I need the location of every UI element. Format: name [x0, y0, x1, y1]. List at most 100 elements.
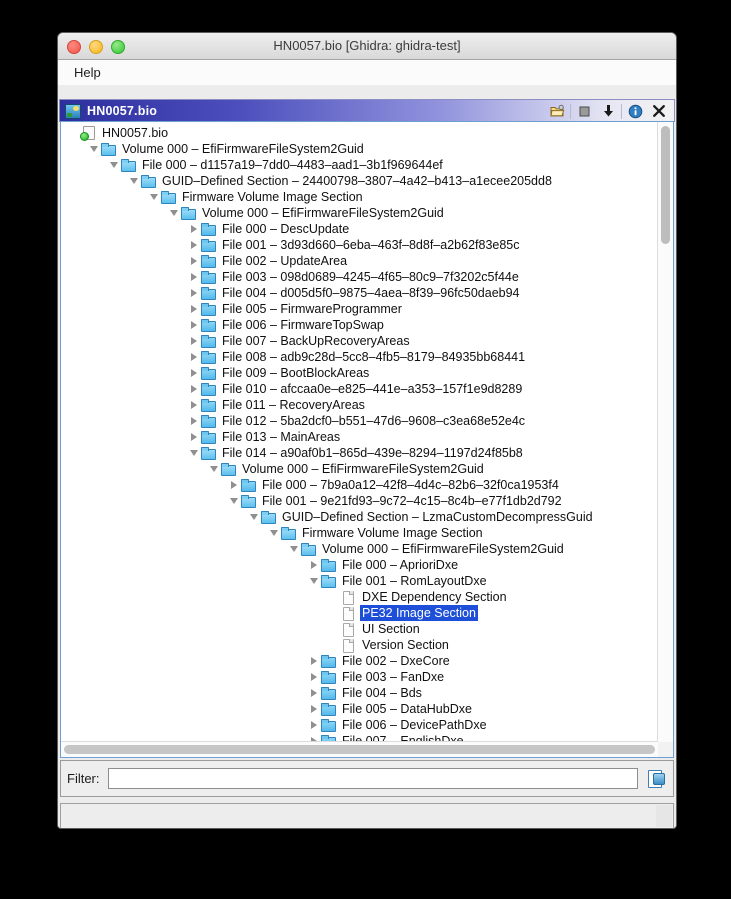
tree-row[interactable]: File 000 – DescUpdate: [61, 221, 658, 237]
filter-options-icon[interactable]: [645, 768, 667, 790]
close-icon[interactable]: [647, 101, 671, 121]
collapse-twisty-icon[interactable]: [307, 573, 320, 589]
tree-row[interactable]: File 002 – DxeCore: [61, 653, 658, 669]
tree-row[interactable]: File 005 – DataHubDxe: [61, 701, 658, 717]
expand-twisty-icon[interactable]: [187, 221, 200, 237]
expand-twisty-icon[interactable]: [307, 653, 320, 669]
tree-row[interactable]: File 008 – adb9c28d–5cc8–4fb5–8179–84935…: [61, 349, 658, 365]
collapse-twisty-icon[interactable]: [147, 189, 160, 205]
collapse-twisty-icon[interactable]: [227, 493, 240, 509]
menu-item-help[interactable]: Help: [68, 63, 107, 82]
tree-row[interactable]: File 013 – MainAreas: [61, 429, 658, 445]
file-tree-panel: HN0057.bio Volume 000 – EfiFirmwareFileSy…: [60, 121, 674, 758]
folder-icon: [200, 413, 216, 429]
tree-row[interactable]: File 003 – FanDxe: [61, 669, 658, 685]
tree-row[interactable]: File 000 – AprioriDxe: [61, 557, 658, 573]
tree-row[interactable]: DXE Dependency Section: [61, 589, 658, 605]
expand-twisty-icon[interactable]: [307, 685, 320, 701]
collapse-twisty-icon[interactable]: [207, 461, 220, 477]
expand-twisty-icon[interactable]: [187, 333, 200, 349]
expand-twisty-icon[interactable]: [307, 701, 320, 717]
tree-row[interactable]: File 004 – Bds: [61, 685, 658, 701]
tree-row[interactable]: File 006 – FirmwareTopSwap: [61, 317, 658, 333]
tree-row[interactable]: GUID–Defined Section – 24400798–3807–4a4…: [61, 173, 658, 189]
file-tree[interactable]: HN0057.bio Volume 000 – EfiFirmwareFileSy…: [61, 122, 658, 742]
tree-row[interactable]: Volume 000 – EfiFirmwareFileSystem2Guid: [61, 541, 658, 557]
stop-icon[interactable]: [572, 101, 596, 121]
collapse-twisty-icon[interactable]: [107, 157, 120, 173]
tree-row[interactable]: Version Section: [61, 637, 658, 653]
tree-row[interactable]: File 000 – 7b9a0a12–42f8–4d4c–82b6–32f0c…: [61, 477, 658, 493]
tree-row[interactable]: Volume 000 – EfiFirmwareFileSystem2Guid: [61, 205, 658, 221]
tree-row-label: Firmware Volume Image Section: [182, 190, 363, 204]
tree-row[interactable]: File 001 – 9e21fd93–9c72–4c15–8c4b–e77f1…: [61, 493, 658, 509]
expand-twisty-icon[interactable]: [187, 285, 200, 301]
tree-row[interactable]: Firmware Volume Image Section: [61, 189, 658, 205]
tree-row[interactable]: File 001 – 3d93d660–6eba–463f–8d8f–a2b62…: [61, 237, 658, 253]
tree-row-label: GUID–Defined Section – LzmaCustomDecompr…: [282, 510, 593, 524]
expand-twisty-icon[interactable]: [187, 429, 200, 445]
tree-row[interactable]: File 009 – BootBlockAreas: [61, 365, 658, 381]
tree-row[interactable]: File 000 – d1157a19–7dd0–4483–aad1–3b1f9…: [61, 157, 658, 173]
expand-twisty-icon[interactable]: [307, 557, 320, 573]
collapse-twisty-icon[interactable]: [187, 445, 200, 461]
tree-row[interactable]: UI Section: [61, 621, 658, 637]
folder-icon: [200, 301, 216, 317]
tree-row[interactable]: File 005 – FirmwareProgrammer: [61, 301, 658, 317]
expand-twisty-icon[interactable]: [187, 237, 200, 253]
folder-open-icon: [300, 541, 316, 557]
expand-twisty-icon[interactable]: [187, 349, 200, 365]
expand-twisty-icon[interactable]: [227, 477, 240, 493]
folder-icon: [320, 685, 336, 701]
tree-row[interactable]: Volume 000 – EfiFirmwareFileSystem2Guid: [61, 141, 658, 157]
expand-twisty-icon[interactable]: [187, 397, 200, 413]
file-browser-title: HN0057.bio: [87, 104, 158, 118]
expand-twisty-icon[interactable]: [187, 365, 200, 381]
tree-horizontal-scrollbar[interactable]: [61, 741, 658, 757]
collapse-twisty-icon[interactable]: [87, 141, 100, 157]
tree-row[interactable]: PE32 Image Section: [61, 605, 658, 621]
collapse-twisty-icon[interactable]: [287, 541, 300, 557]
tree-row[interactable]: Volume 000 – EfiFirmwareFileSystem2Guid: [61, 461, 658, 477]
expand-twisty-icon[interactable]: [187, 269, 200, 285]
tree-row[interactable]: File 003 – 098d0689–4245–4f65–80c9–7f320…: [61, 269, 658, 285]
tree-row[interactable]: GUID–Defined Section – LzmaCustomDecompr…: [61, 509, 658, 525]
tree-row[interactable]: Firmware Volume Image Section: [61, 525, 658, 541]
tree-row-label: Volume 000 – EfiFirmwareFileSystem2Guid: [122, 142, 364, 156]
expand-twisty-icon[interactable]: [187, 253, 200, 269]
tree-row-label: File 006 – FirmwareTopSwap: [222, 318, 384, 332]
tree-row[interactable]: File 011 – RecoveryAreas: [61, 397, 658, 413]
tree-row[interactable]: File 004 – d005d5f0–9875–4aea–8f39–96fc5…: [61, 285, 658, 301]
expand-twisty-icon[interactable]: [187, 413, 200, 429]
collapse-twisty-icon[interactable]: [127, 173, 140, 189]
tree-vertical-scrollbar[interactable]: [657, 122, 673, 742]
expand-twisty-icon[interactable]: [307, 717, 320, 733]
tree-row[interactable]: File 007 – BackUpRecoveryAreas: [61, 333, 658, 349]
tree-row[interactable]: File 006 – DevicePathDxe: [61, 717, 658, 733]
tree-vertical-scroll-thumb[interactable]: [661, 126, 670, 244]
expand-twisty-icon[interactable]: [187, 317, 200, 333]
tree-horizontal-scroll-thumb[interactable]: [64, 745, 655, 754]
tree-row[interactable]: HN0057.bio: [61, 125, 658, 141]
tree-row[interactable]: File 012 – 5ba2dcf0–b551–47d6–9608–c3ea6…: [61, 413, 658, 429]
root-doc-icon: [80, 125, 96, 141]
folder-icon: [200, 333, 216, 349]
tree-row[interactable]: File 010 – afccaa0e–e825–441e–a353–157f1…: [61, 381, 658, 397]
expand-twisty-icon[interactable]: [187, 381, 200, 397]
info-icon[interactable]: [623, 101, 647, 121]
tree-row[interactable]: File 001 – RomLayoutDxe: [61, 573, 658, 589]
filter-input[interactable]: [107, 768, 638, 789]
download-icon[interactable]: [596, 101, 620, 121]
open-folder-icon[interactable]: [545, 101, 569, 121]
collapse-twisty-icon[interactable]: [167, 205, 180, 221]
doc-icon: [340, 621, 356, 637]
collapse-twisty-icon[interactable]: [267, 525, 280, 541]
expand-twisty-icon[interactable]: [307, 669, 320, 685]
tree-row[interactable]: File 002 – UpdateArea: [61, 253, 658, 269]
tree-row[interactable]: File 014 – a90af0b1–865d–439e–8294–1197d…: [61, 445, 658, 461]
folder-icon: [320, 557, 336, 573]
collapse-twisty-icon[interactable]: [247, 509, 260, 525]
resize-grip[interactable]: [656, 805, 672, 827]
expand-twisty-icon[interactable]: [187, 301, 200, 317]
